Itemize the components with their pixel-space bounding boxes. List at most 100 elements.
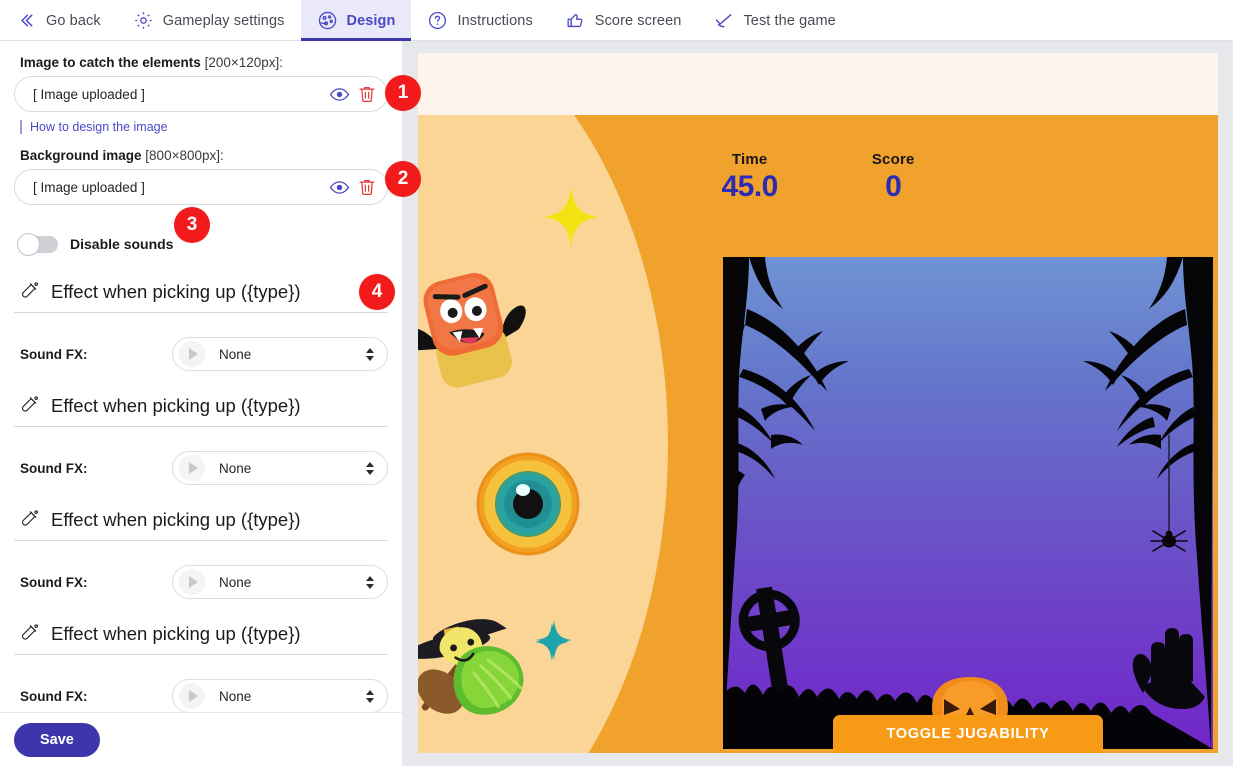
potion-icon — [20, 509, 40, 531]
effect-block: Effect when picking up ({type}) Sound FX… — [14, 395, 388, 485]
tab-go-back[interactable]: Go back — [0, 0, 117, 41]
hud-score-label: Score — [871, 151, 915, 168]
annotation-badge-2: 2 — [385, 161, 421, 197]
tab-label: Instructions — [457, 12, 533, 29]
play-icon[interactable] — [179, 569, 205, 595]
toggle-jugability-button[interactable]: TOGGLE JUGABILITY — [833, 715, 1103, 753]
how-to-design-link-row: How to design the image — [20, 120, 388, 134]
hud-score: Score 0 — [872, 151, 915, 204]
app-root: Go back Gameplay settings Design Instruc… — [0, 0, 1233, 766]
tab-label: Design — [346, 12, 396, 29]
sound-fx-row: Sound FX: None — [14, 451, 388, 485]
sound-fx-label: Sound FX: — [20, 346, 88, 362]
chevrons-left-icon — [16, 10, 37, 31]
disable-sounds-toggle[interactable] — [17, 232, 58, 256]
design-settings-panel: Image to catch the elements [200×120px]:… — [0, 41, 402, 766]
effect-title: Effect when picking up ({type}) — [51, 623, 301, 644]
save-button[interactable]: Save — [14, 722, 100, 757]
background-image-dims: [800×800px]: — [145, 148, 224, 163]
game-canvas[interactable] — [723, 257, 1213, 749]
sound-fx-select[interactable]: None — [172, 679, 388, 713]
sound-fx-select[interactable]: None — [172, 565, 388, 599]
catch-image-label-text: Image to catch the elements — [20, 55, 201, 70]
background-image-value: [ Image uploaded ] — [33, 179, 145, 195]
effect-header: Effect when picking up ({type}) — [14, 509, 388, 541]
effect-header: Effect when picking up ({type}) — [14, 623, 388, 655]
background-image-upload-row[interactable]: [ Image uploaded ] — [14, 169, 388, 205]
stepper-arrows-icon[interactable] — [365, 347, 375, 361]
save-bar: Save — [0, 712, 402, 766]
zombie-hand-icon — [1132, 628, 1205, 709]
effect-title: Effect when picking up ({type}) — [51, 281, 301, 302]
link-accent-bar — [20, 120, 22, 134]
sound-fx-select[interactable]: None — [172, 451, 388, 485]
effect-title: Effect when picking up ({type}) — [51, 395, 301, 416]
bare-tree-left-icon — [723, 257, 849, 749]
vampire-candy-icon — [418, 250, 536, 400]
disable-sounds-label: Disable sounds — [70, 236, 174, 252]
potion-icon — [20, 395, 40, 417]
hud-time-label: Time — [731, 151, 768, 168]
annotation-badge-3: 3 — [174, 207, 210, 243]
background-image-label: Background image [800×800px]: — [20, 148, 388, 163]
sound-fx-label: Sound FX: — [20, 688, 88, 704]
eye-icon[interactable] — [325, 173, 353, 201]
eyeball-candy-icon — [476, 452, 580, 556]
tab-label: Go back — [46, 12, 101, 29]
witch-candy-icon — [418, 577, 548, 737]
teal-sparkle-icon — [536, 620, 572, 660]
play-icon[interactable] — [179, 341, 205, 367]
play-icon[interactable] — [179, 455, 205, 481]
effect-header: Effect when picking up ({type}) — [14, 281, 388, 313]
play-icon[interactable] — [179, 683, 205, 709]
trash-icon[interactable] — [353, 173, 381, 201]
sound-fx-label: Sound FX: — [20, 460, 88, 476]
sound-fx-value: None — [219, 460, 252, 476]
yellow-sparkle-icon — [543, 187, 599, 247]
tab-instructions[interactable]: Instructions — [411, 0, 548, 41]
sound-fx-value: None — [219, 688, 252, 704]
sound-fx-value: None — [219, 346, 252, 362]
hud-time: Time 45.0 — [721, 151, 778, 204]
catch-image-upload-row[interactable]: [ Image uploaded ] — [14, 76, 388, 112]
sound-fx-value: None — [219, 574, 252, 590]
question-mark-icon — [427, 10, 448, 31]
effect-block: Effect when picking up ({type}) Sound FX… — [14, 623, 388, 713]
panel-divider — [402, 41, 416, 766]
game-stage: Time 45.0 Score 0 TOGGLE JUGABILITY — [418, 115, 1218, 753]
stepper-arrows-icon[interactable] — [365, 461, 375, 475]
hud-score-value: 0 — [885, 170, 902, 203]
catch-image-dims: [200×120px]: — [204, 55, 284, 70]
game-hud: Time 45.0 Score 0 — [418, 151, 1218, 204]
tab-score-screen[interactable]: Score screen — [549, 0, 698, 41]
potion-icon — [20, 623, 40, 645]
annotation-badge-1: 1 — [385, 75, 421, 111]
sound-fx-label: Sound FX: — [20, 574, 88, 590]
sound-fx-row: Sound FX: None — [14, 337, 388, 371]
potion-icon — [20, 281, 40, 303]
tab-gameplay-settings[interactable]: Gameplay settings — [117, 0, 301, 41]
thumbs-up-icon — [565, 10, 586, 31]
check-badge-icon — [713, 10, 734, 31]
effect-block: Effect when picking up ({type}) Sound FX… — [14, 281, 388, 371]
preview-top-strip — [418, 53, 1218, 115]
tab-label: Gameplay settings — [162, 12, 285, 29]
tab-label: Score screen — [594, 12, 682, 29]
sound-fx-select[interactable]: None — [172, 337, 388, 371]
tab-label: Test the game — [743, 12, 836, 29]
tab-design[interactable]: Design — [300, 0, 412, 41]
effect-title: Effect when picking up ({type}) — [51, 509, 301, 530]
panel-scroll-area[interactable]: Image to catch the elements [200×120px]:… — [0, 41, 402, 713]
stepper-arrows-icon[interactable] — [365, 575, 375, 589]
game-preview-pane: Time 45.0 Score 0 TOGGLE JUGABILITY — [418, 53, 1218, 753]
how-to-design-the-image-link[interactable]: How to design the image — [30, 120, 168, 134]
tab-test-the-game[interactable]: Test the game — [697, 0, 851, 41]
stepper-arrows-icon[interactable] — [365, 689, 375, 703]
hud-time-value: 45.0 — [721, 170, 778, 203]
effect-block: Effect when picking up ({type}) Sound FX… — [14, 509, 388, 599]
eye-icon[interactable] — [325, 80, 353, 108]
trash-icon[interactable] — [353, 80, 381, 108]
sound-fx-row: Sound FX: None — [14, 565, 388, 599]
gear-icon — [133, 10, 154, 31]
background-image-label-text: Background image — [20, 148, 142, 163]
